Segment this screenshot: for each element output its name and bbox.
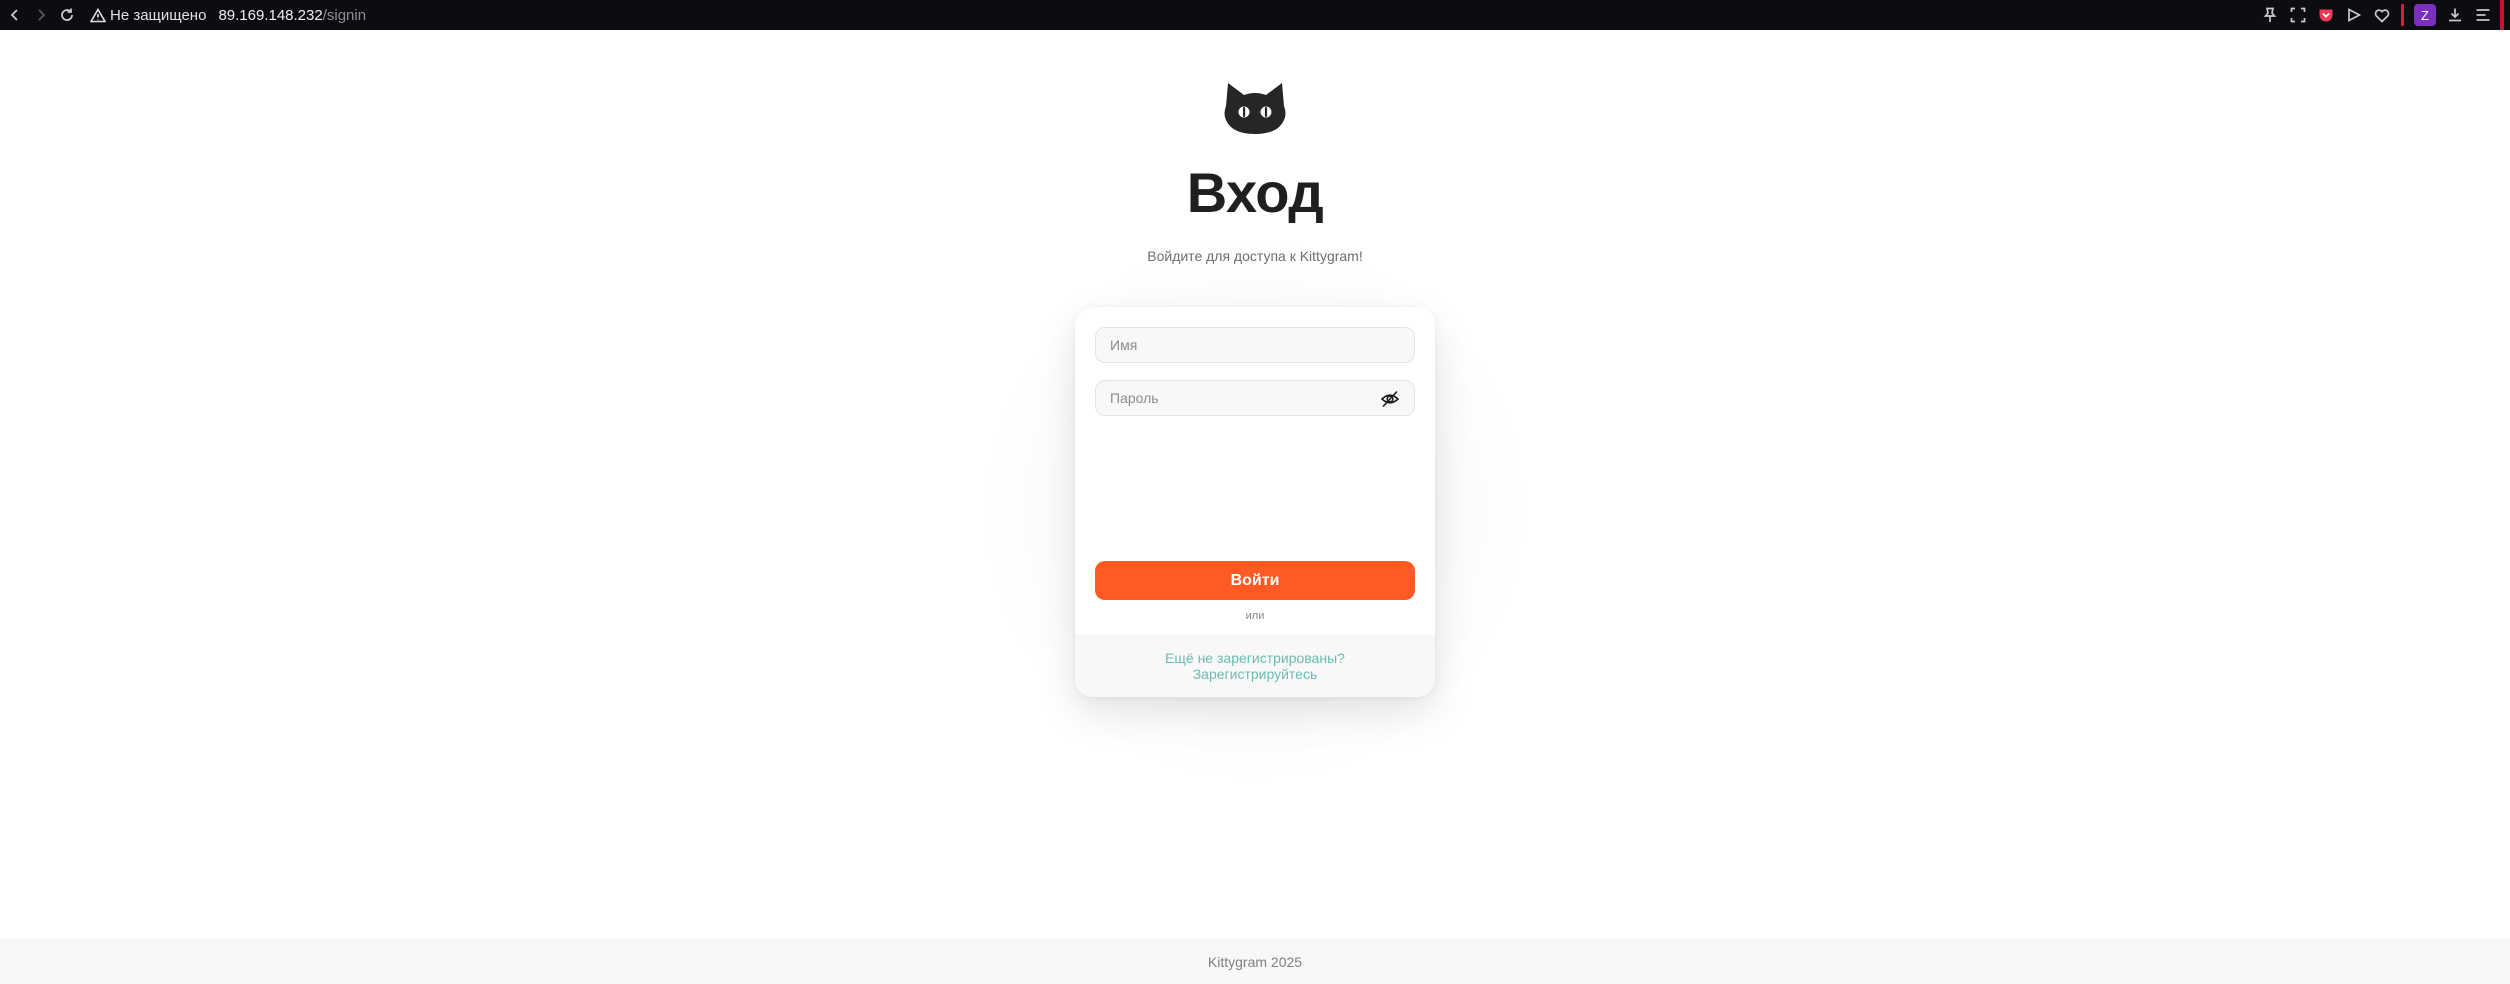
toolbar-actions: Z bbox=[2261, 0, 2510, 30]
signin-button[interactable]: Войти bbox=[1095, 561, 1415, 600]
url-path: /signin bbox=[322, 6, 367, 24]
favorites-button[interactable] bbox=[2373, 6, 2391, 24]
hamburger-menu-icon bbox=[2476, 9, 2490, 21]
name-input[interactable] bbox=[1096, 328, 1414, 362]
page-title: Вход bbox=[1186, 161, 1324, 224]
address-bar[interactable]: 89.169.148.232/signin bbox=[218, 7, 366, 24]
password-input[interactable] bbox=[1096, 381, 1414, 415]
profile-initial: Z bbox=[2421, 7, 2429, 23]
register-link-line2: Зарегистрируйтесь bbox=[1192, 666, 1318, 682]
toolbar-divider bbox=[2401, 4, 2404, 26]
download-icon bbox=[2449, 8, 2461, 22]
pin-icon bbox=[2263, 7, 2277, 22]
chevron-left-icon bbox=[10, 9, 18, 21]
window-edge-accent bbox=[2500, 0, 2504, 30]
name-field bbox=[1095, 327, 1415, 363]
security-label: Не защищено bbox=[110, 6, 207, 24]
register-section: Ещё не зарегистрированы? Зарегистрируйте… bbox=[1075, 634, 1435, 697]
pin-button[interactable] bbox=[2261, 6, 2279, 24]
cat-head-icon bbox=[1224, 83, 1286, 134]
chevron-right-icon bbox=[38, 9, 46, 21]
page-footer: Kittygram 2025 bbox=[0, 939, 2510, 984]
url-host: 89.169.148.232 bbox=[218, 6, 323, 24]
send-button[interactable] bbox=[2345, 6, 2363, 24]
security-indicator[interactable]: Не защищено bbox=[90, 7, 206, 24]
signin-card: Войти или Ещё не зарегистрированы? Зарег… bbox=[1075, 307, 1435, 697]
reload-button[interactable] bbox=[56, 4, 78, 26]
or-divider: или bbox=[1245, 610, 1265, 622]
eye-off-icon[interactable] bbox=[1380, 389, 1400, 409]
screenshot-icon bbox=[2290, 7, 2306, 23]
menu-button[interactable] bbox=[2474, 6, 2492, 24]
forward-button[interactable] bbox=[30, 4, 52, 26]
screenshot-button[interactable] bbox=[2289, 6, 2307, 24]
browser-toolbar: Не защищено 89.169.148.232/signin Z bbox=[0, 0, 2510, 30]
play-send-icon bbox=[2348, 8, 2361, 22]
pocket-icon bbox=[2319, 9, 2333, 22]
footer-text: Kittygram 2025 bbox=[1207, 953, 1303, 970]
password-field bbox=[1095, 380, 1415, 416]
register-link-line1: Ещё не зарегистрированы? bbox=[1165, 650, 1345, 666]
heart-icon bbox=[2374, 8, 2390, 23]
profile-avatar[interactable]: Z bbox=[2414, 4, 2436, 26]
pocket-button[interactable] bbox=[2317, 6, 2335, 24]
downloads-button[interactable] bbox=[2446, 6, 2464, 24]
warning-triangle-icon bbox=[90, 7, 106, 22]
back-button[interactable] bbox=[4, 4, 26, 26]
register-link[interactable]: Ещё не зарегистрированы? Зарегистрируйте… bbox=[1075, 650, 1435, 682]
reload-icon bbox=[61, 8, 73, 21]
